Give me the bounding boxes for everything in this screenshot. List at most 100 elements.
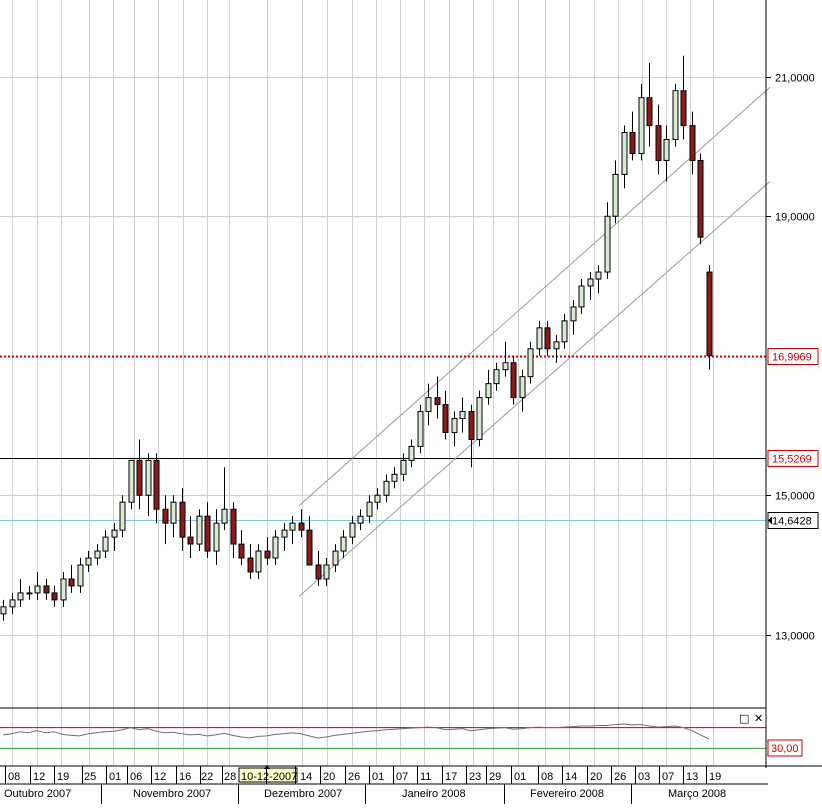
candle-body xyxy=(230,508,237,545)
candle-body xyxy=(51,592,58,601)
candle xyxy=(77,558,84,593)
candle-body xyxy=(408,445,415,461)
candle-body xyxy=(468,411,475,440)
restore-panel-icon[interactable]: □ xyxy=(739,713,749,724)
candle-body xyxy=(238,543,245,559)
candle-body xyxy=(349,522,356,538)
candle xyxy=(204,502,211,559)
candle-body xyxy=(570,306,577,322)
day-tick-label: 28 xyxy=(224,771,236,783)
candle-body xyxy=(510,362,517,399)
candle xyxy=(34,571,41,600)
candles xyxy=(0,55,713,621)
chart-window: 16,9969 15,5269 14,6428 30,00 21,0000 19,00… xyxy=(0,0,822,804)
candle-body xyxy=(553,341,560,350)
candle xyxy=(570,299,577,335)
candle xyxy=(332,544,339,572)
candle xyxy=(383,474,390,503)
candle-body xyxy=(247,557,254,573)
candle xyxy=(646,62,653,147)
candle xyxy=(459,397,466,433)
indicator-level-label: 30,00 xyxy=(771,743,799,755)
candle-body xyxy=(187,536,194,545)
day-tick-label: 01 xyxy=(109,771,121,783)
candle-body xyxy=(383,480,390,496)
candle xyxy=(561,313,568,349)
candle xyxy=(111,523,118,552)
candle-body xyxy=(680,90,687,127)
candle xyxy=(196,509,203,552)
candle-body xyxy=(706,271,713,357)
day-tick-label: 01 xyxy=(372,771,384,783)
candle-body xyxy=(196,515,203,545)
candle xyxy=(408,439,415,468)
candle xyxy=(170,495,177,538)
day-tick-label: 07 xyxy=(662,771,674,783)
candle-body xyxy=(43,585,50,594)
day-tick-label: 17 xyxy=(445,771,457,783)
candle xyxy=(145,453,152,517)
candle xyxy=(485,369,492,405)
candle xyxy=(612,160,619,224)
candle xyxy=(400,453,407,482)
candle-body xyxy=(621,132,628,175)
candle-body xyxy=(0,606,7,615)
channel-lower-line xyxy=(298,180,771,597)
month-label: Dezembro 2007 xyxy=(264,788,342,800)
candle-body xyxy=(264,550,271,559)
candle xyxy=(697,153,704,245)
price-tick-label: 19,0000 xyxy=(775,212,815,224)
candle-body xyxy=(94,550,101,559)
candle-body xyxy=(544,327,551,350)
day-tick-label: 16 xyxy=(179,771,191,783)
candle-body xyxy=(672,90,679,141)
close-panel-icon[interactable]: ✕ xyxy=(754,713,763,724)
day-tick-label: 19 xyxy=(57,771,69,783)
candle xyxy=(136,439,143,510)
candle xyxy=(340,530,347,559)
candle xyxy=(663,125,670,182)
candle xyxy=(94,544,101,566)
candle xyxy=(264,537,271,566)
day-tick-label: 14 xyxy=(300,771,312,783)
axis-corner xyxy=(768,767,822,804)
candle xyxy=(536,320,543,356)
day-tick-label: 01 xyxy=(514,771,526,783)
candle-body xyxy=(374,494,381,503)
day-tick-label: 23 xyxy=(469,771,481,783)
day-tick-label: 06 xyxy=(130,771,142,783)
candle-body xyxy=(298,522,305,531)
day-tick-label: 26 xyxy=(348,771,360,783)
candle-body xyxy=(136,459,143,496)
candle-body xyxy=(119,501,126,531)
candle xyxy=(323,558,330,586)
candle xyxy=(417,404,424,454)
candle-body xyxy=(26,592,33,595)
candle-body xyxy=(425,397,432,413)
candle-body xyxy=(629,132,636,154)
candle-body xyxy=(315,564,322,580)
candle xyxy=(357,509,364,531)
candle xyxy=(638,83,645,161)
day-tick-label: 12 xyxy=(33,771,45,783)
candle-body xyxy=(527,348,534,378)
candle xyxy=(391,467,398,489)
candle xyxy=(434,376,441,419)
price-chart: 16,9969 15,5269 14,6428 30,00 21,0000 19,00… xyxy=(0,0,822,804)
candle-body xyxy=(578,285,585,308)
day-tick-label: 20 xyxy=(590,771,602,783)
candle-body xyxy=(77,564,84,587)
candle xyxy=(272,530,279,566)
price-tick-label: 13,0000 xyxy=(775,631,815,643)
candle xyxy=(230,502,237,559)
price-tick-label: 15,0000 xyxy=(775,491,815,503)
candle-body xyxy=(604,215,611,273)
candle xyxy=(527,341,534,384)
candle xyxy=(128,459,135,510)
candle xyxy=(374,488,381,510)
candle-body xyxy=(9,599,16,608)
candle-body xyxy=(221,508,228,524)
candle xyxy=(247,544,254,579)
candle-body xyxy=(85,557,92,566)
candle-body xyxy=(340,536,347,552)
